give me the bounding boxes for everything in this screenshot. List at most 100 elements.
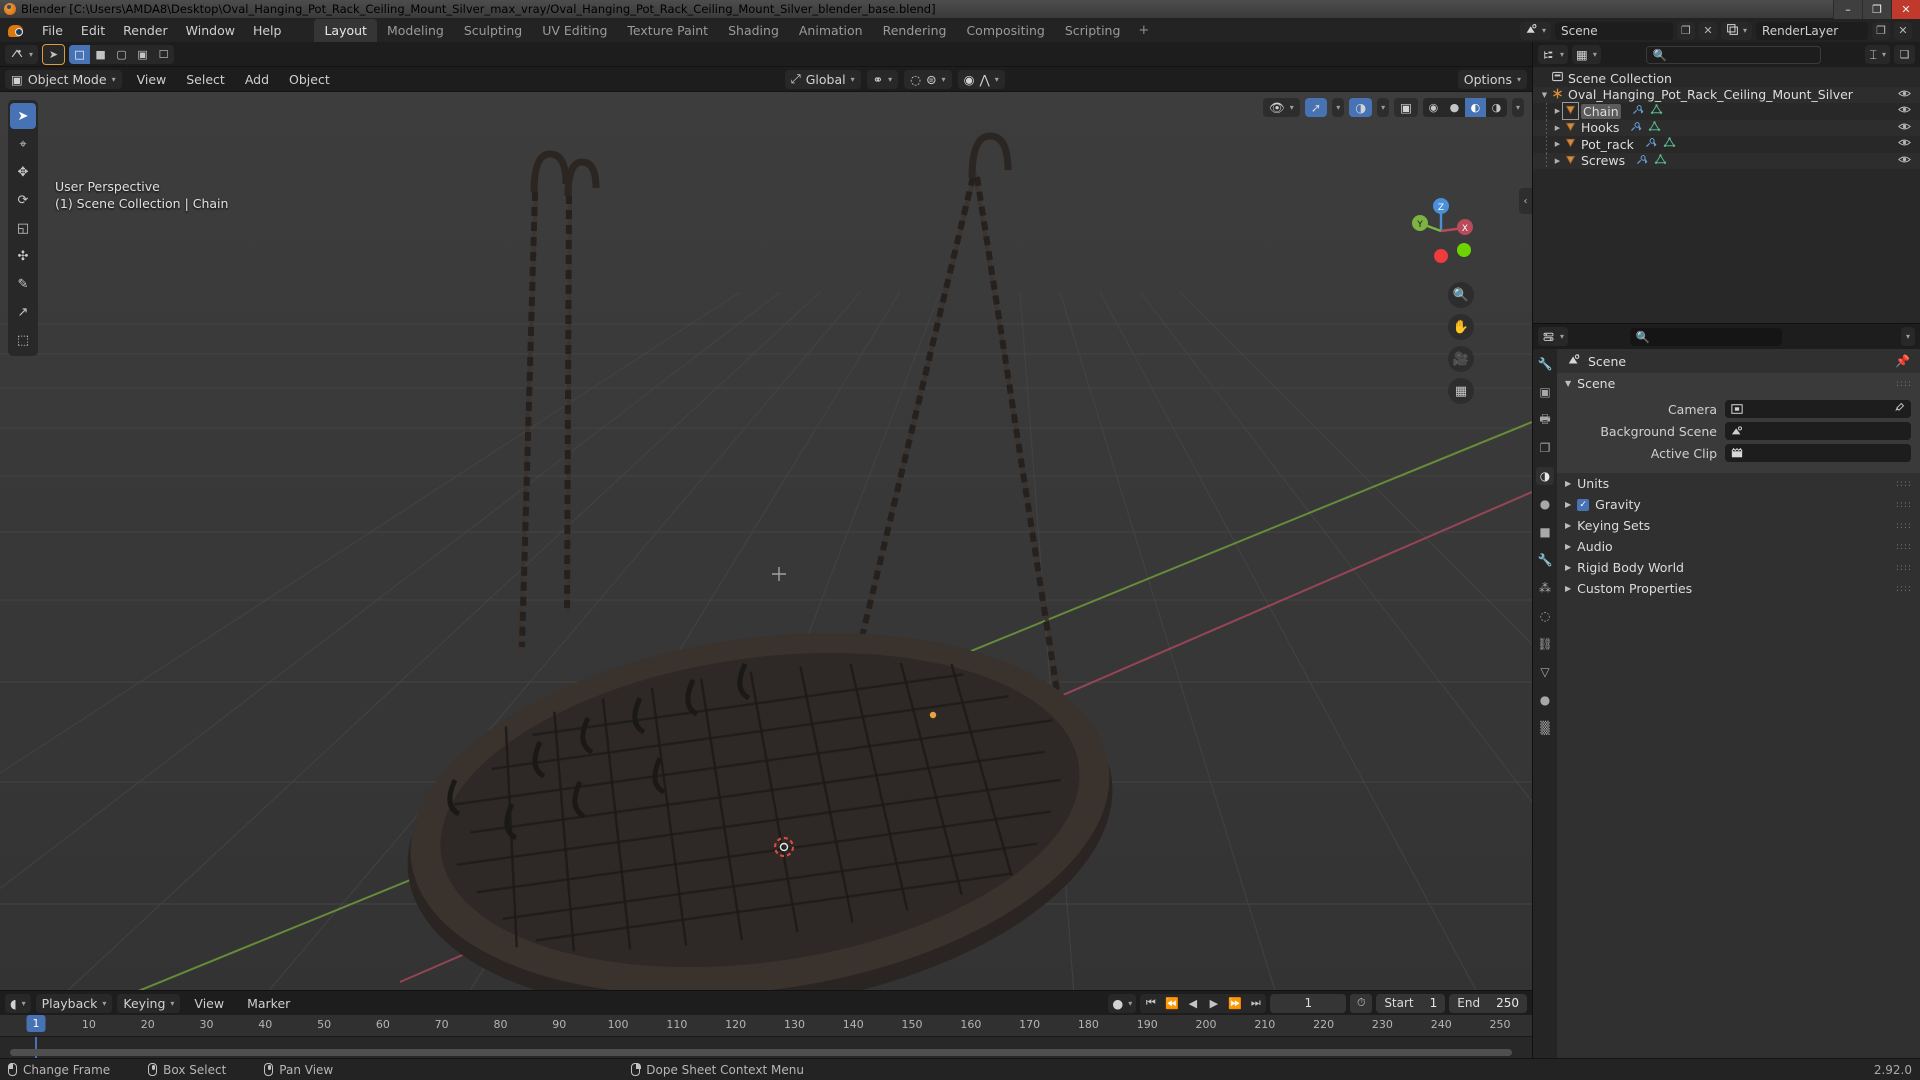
end-frame-field[interactable]: End 250 bbox=[1449, 994, 1527, 1013]
xray-toggle[interactable]: ▣ bbox=[1394, 98, 1418, 117]
move-tool[interactable]: ✥ bbox=[10, 159, 36, 185]
modifier-icon[interactable] bbox=[1644, 136, 1657, 152]
toggle-ortho-icon[interactable]: ▦ bbox=[1448, 378, 1474, 404]
properties-options-button[interactable]: ▾ bbox=[1901, 327, 1915, 346]
disclosure-triangle[interactable]: ▼ bbox=[1539, 91, 1550, 99]
workspace-tab-compositing[interactable]: Compositing bbox=[956, 19, 1054, 42]
next-keyframe-icon[interactable]: ⏩ bbox=[1224, 994, 1245, 1013]
play-icon[interactable]: ▶ bbox=[1203, 994, 1224, 1013]
modifier-icon[interactable] bbox=[1629, 120, 1642, 136]
outliner-filter-button[interactable]: ⌶ ▾ bbox=[1865, 45, 1890, 64]
auto-keying-toggle[interactable]: ● ▾ bbox=[1108, 994, 1136, 1013]
select-subtract-icon[interactable]: ▢ bbox=[111, 45, 132, 64]
properties-panel-rigid-body-world[interactable]: ▶Rigid Body World:::: bbox=[1557, 557, 1920, 578]
panel-drag-grip[interactable]: :::: bbox=[1896, 379, 1912, 389]
transform-orientation-selector[interactable]: ⤢ Global ▾ bbox=[785, 70, 861, 89]
proportional-falloff-selector[interactable]: ◉ ⋀ ▾ bbox=[958, 70, 1005, 89]
properties-tab-object[interactable]: ■ bbox=[1536, 523, 1554, 541]
mesh-data-icon[interactable] bbox=[1654, 153, 1667, 169]
outliner-item-oval_hanging_pot_rack_ceiling_mount_silver[interactable]: ▼Oval_Hanging_Pot_Rack_Ceiling_Mount_Sil… bbox=[1533, 87, 1920, 104]
panel-drag-grip[interactable]: :::: bbox=[1896, 563, 1912, 573]
tweak-mode-icon[interactable]: ➤ bbox=[43, 45, 64, 64]
timeline-view-menu[interactable]: View bbox=[185, 993, 233, 1014]
proportional-editing-toggle[interactable]: ◌ ⊜ ▾ bbox=[904, 70, 951, 89]
material-preview-shading-icon[interactable]: ◐ bbox=[1465, 98, 1486, 117]
pan-hand-icon[interactable]: ✋ bbox=[1448, 314, 1474, 340]
properties-tab-particles[interactable]: ⁂ bbox=[1536, 579, 1554, 597]
chevron-right-icon[interactable]: ▶ bbox=[1565, 584, 1571, 593]
panel-drag-grip[interactable]: :::: bbox=[1896, 500, 1912, 510]
new-viewlayer-button[interactable]: ❐ bbox=[1872, 22, 1890, 40]
properties-search-input[interactable]: 🔍 bbox=[1630, 328, 1782, 346]
tweak-tool[interactable]: ➤ bbox=[10, 103, 36, 129]
select-set-icon[interactable]: □ bbox=[69, 45, 90, 64]
navigation-gizmo[interactable]: Z Y X bbox=[1402, 192, 1480, 270]
properties-panel-gravity[interactable]: ▶✓Gravity:::: bbox=[1557, 494, 1920, 515]
timeline-marker-menu[interactable]: Marker bbox=[238, 993, 299, 1014]
outliner-search-input[interactable]: 🔍 bbox=[1646, 46, 1821, 64]
menu-file[interactable]: File bbox=[33, 20, 72, 41]
disclosure-triangle[interactable]: ▶ bbox=[1552, 140, 1563, 148]
properties-panel-audio[interactable]: ▶Audio:::: bbox=[1557, 536, 1920, 557]
jump-to-end-icon[interactable]: ⏭ bbox=[1245, 994, 1266, 1013]
visibility-eye-icon[interactable] bbox=[1898, 154, 1911, 168]
visibility-eye-icon[interactable] bbox=[1898, 121, 1911, 135]
chevron-right-icon[interactable]: ▶ bbox=[1565, 500, 1571, 509]
chevron-down-icon[interactable]: ▼ bbox=[1565, 379, 1571, 388]
outliner-editor-type-selector[interactable]: ▾ bbox=[1538, 45, 1568, 64]
options-dropdown[interactable]: Options ▾ bbox=[1458, 70, 1527, 89]
workspace-tab-layout[interactable]: Layout bbox=[314, 19, 377, 42]
select-invert-icon[interactable]: ▣ bbox=[132, 45, 153, 64]
mesh-data-icon[interactable] bbox=[1663, 136, 1676, 152]
properties-tab-output[interactable]: 🖶 bbox=[1536, 411, 1554, 429]
viewport-menu-add[interactable]: Add bbox=[236, 69, 278, 90]
outliner-tree[interactable]: Scene Collection▼Oval_Hanging_Pot_Rack_C… bbox=[1533, 67, 1920, 323]
zoom-icon[interactable]: 🔍 bbox=[1448, 282, 1474, 308]
workspace-tab-scripting[interactable]: Scripting bbox=[1055, 19, 1131, 42]
modifier-icon[interactable] bbox=[1631, 103, 1644, 119]
workspace-tab-shading[interactable]: Shading bbox=[718, 19, 789, 42]
add-cube-tool[interactable]: ⬚ bbox=[10, 327, 36, 353]
measure-tool[interactable]: ↗ bbox=[10, 299, 36, 325]
pin-icon[interactable]: 📌 bbox=[1895, 354, 1910, 368]
mesh-data-icon[interactable] bbox=[1648, 120, 1661, 136]
outliner-display-mode-selector[interactable]: ▦ ▾ bbox=[1572, 45, 1601, 64]
new-collection-button[interactable]: ❏ bbox=[1894, 45, 1915, 64]
play-reverse-icon[interactable]: ◀ bbox=[1182, 994, 1203, 1013]
playhead[interactable]: 1 bbox=[36, 1015, 55, 1037]
timeline-body[interactable] bbox=[0, 1037, 1532, 1058]
camera-field[interactable] bbox=[1725, 400, 1911, 418]
annotate-tool[interactable]: ✎ bbox=[10, 271, 36, 297]
close-button[interactable]: ✕ bbox=[1891, 0, 1920, 19]
viewlayer-name-field[interactable]: RenderLayer bbox=[1756, 22, 1868, 40]
workspace-tab-animation[interactable]: Animation bbox=[789, 19, 873, 42]
properties-tab-view-layer[interactable]: ❐ bbox=[1536, 439, 1554, 457]
unlink-scene-button[interactable]: ✕ bbox=[1699, 22, 1717, 40]
menu-render[interactable]: Render bbox=[114, 20, 177, 41]
chevron-right-icon[interactable]: ▶ bbox=[1565, 479, 1571, 488]
panel-drag-grip[interactable]: :::: bbox=[1896, 521, 1912, 531]
wireframe-shading-icon[interactable]: ◉ bbox=[1423, 98, 1444, 117]
mesh-data-icon[interactable] bbox=[1650, 103, 1663, 119]
gravity-checkbox[interactable]: ✓ bbox=[1577, 499, 1589, 511]
properties-panel-custom-properties[interactable]: ▶Custom Properties:::: bbox=[1557, 578, 1920, 599]
overlay-options[interactable]: ▾ bbox=[1377, 98, 1389, 117]
workspace-tab-texture-paint[interactable]: Texture Paint bbox=[617, 19, 718, 42]
overlays-toggle[interactable]: ◑ bbox=[1349, 98, 1372, 117]
remove-viewlayer-button[interactable]: ✕ bbox=[1894, 22, 1912, 40]
properties-panel-units[interactable]: ▶Units:::: bbox=[1557, 473, 1920, 494]
visibility-eye-icon[interactable] bbox=[1898, 104, 1911, 118]
jump-to-start-icon[interactable]: ⏮ bbox=[1140, 994, 1161, 1013]
properties-tab-material[interactable]: ● bbox=[1536, 691, 1554, 709]
properties-tab-constraints[interactable]: ⛓ bbox=[1536, 635, 1554, 653]
start-frame-field[interactable]: Start 1 bbox=[1376, 994, 1445, 1013]
viewlayer-selector[interactable]: ▾ bbox=[1721, 22, 1752, 40]
scale-tool[interactable]: ◱ bbox=[10, 215, 36, 241]
add-workspace-button[interactable]: + bbox=[1130, 19, 1157, 42]
object-mode-selector[interactable]: ▣ Object Mode ▾ bbox=[5, 70, 122, 89]
scene-datablock-selector[interactable]: ▾ bbox=[1520, 22, 1551, 40]
rotate-tool[interactable]: ⟳ bbox=[10, 187, 36, 213]
properties-tab-modifiers[interactable]: 🔧 bbox=[1536, 551, 1554, 569]
sidebar-toggle-arrow[interactable]: ‹ bbox=[1519, 188, 1532, 214]
properties-tab-texture[interactable]: ▒ bbox=[1536, 719, 1554, 737]
